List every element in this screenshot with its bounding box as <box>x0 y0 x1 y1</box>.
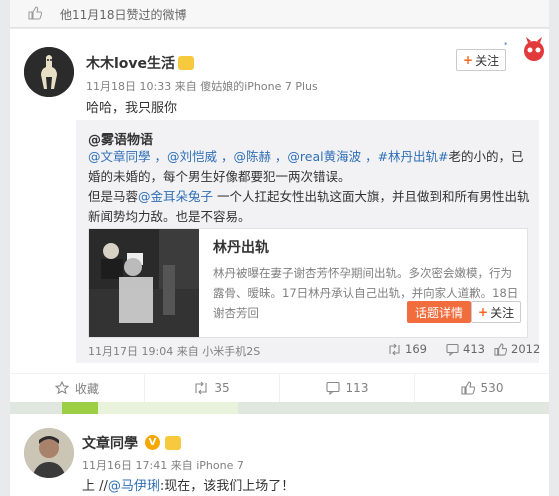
repost-comment-action[interactable]: 413 <box>446 342 485 356</box>
verified-v-icon[interactable]: V <box>145 435 160 450</box>
post-time[interactable]: 11月16日 17:41 <box>82 459 167 472</box>
reposted-content: @雾语物语 @文章同學 ，@刘恺威 ，@陈赫 ，@real黄海波 ，#林丹出轨#… <box>76 120 540 363</box>
svg-text:*: * <box>504 41 508 49</box>
repost-source[interactable]: 小米手机2S <box>202 345 260 358</box>
follow-button[interactable]: + 关注 <box>456 49 507 71</box>
mentions-and-topic[interactable]: @文章同學 ，@刘恺威 ，@陈赫 ，@real黄海波 ，#林丹出轨# <box>88 149 449 164</box>
post-meta: 11月18日 10:33 来自 傻姑娘的iPhone 7 Plus <box>86 78 318 94</box>
background-strip <box>10 402 549 414</box>
repost-icon <box>195 381 207 395</box>
star-icon <box>54 381 69 395</box>
repost-like-action[interactable]: 2012 <box>494 342 540 356</box>
thumbs-up-icon <box>460 381 475 395</box>
post-body: 上 //@马伊琍:现在，该我们上场了！ <box>82 479 295 494</box>
avatar-image <box>24 47 74 97</box>
plus-icon: + <box>463 53 474 67</box>
post-action-bar: 收藏 35 113 530 <box>10 373 549 402</box>
plus-icon: + <box>478 305 489 319</box>
avatar-image <box>24 428 74 478</box>
liked-posts-header: 他11月18日赞过的微博 <box>10 0 549 28</box>
post-source[interactable]: iPhone 7 <box>196 459 244 472</box>
favorite-button[interactable]: 收藏 <box>10 374 145 402</box>
repost-text-2: 但是马蓉@金耳朵兔子 一个人扛起女性出轨这面大旗，并且做到和所有男性出轨新闻势均… <box>88 189 530 224</box>
topic-card[interactable]: 林丹出轨 林丹被曝在妻子谢杏芳怀孕期间出轨。多次密会嫩模，行为露骨、暧昧。17日… <box>88 228 528 338</box>
post-source[interactable]: 傻姑娘的iPhone 7 Plus <box>200 80 318 93</box>
avatar[interactable] <box>24 428 74 478</box>
repost-count-action[interactable]: 169 <box>388 342 427 356</box>
topic-title[interactable]: 林丹出轨 <box>213 237 269 257</box>
like-button[interactable]: 530 <box>415 374 549 402</box>
thumbs-up-icon <box>28 6 42 20</box>
mascot-decoration-icon: * <box>504 37 544 61</box>
repost-time[interactable]: 11月17日 19:04 <box>88 345 173 358</box>
post-body: 哈哈，我只服你 <box>86 101 178 116</box>
repost-text-1: @文章同學 ，@刘恺威 ，@陈赫 ，@real黄海波 ，#林丹出轨#老的小的，已… <box>88 149 524 184</box>
source-prefix: 来自 <box>174 80 197 93</box>
topic-thumbnail[interactable] <box>89 229 199 337</box>
topic-follow-button[interactable]: + 关注 <box>471 301 522 323</box>
comment-icon <box>446 343 459 356</box>
mention-link[interactable]: @金耳朵兔子 <box>138 189 213 204</box>
comment-button[interactable]: 113 <box>280 374 415 402</box>
comment-icon <box>325 381 340 395</box>
repost-author[interactable]: @雾语物语 <box>88 129 153 148</box>
topic-details-button[interactable]: 话题详情 <box>407 301 472 323</box>
repost-meta: 11月17日 19:04 来自 小米手机2S <box>88 345 261 358</box>
member-badge-icon[interactable] <box>165 436 181 450</box>
liked-posts-label: 他11月18日赞过的微博 <box>60 8 187 22</box>
author-name[interactable]: 木木love生活 <box>86 53 175 73</box>
thumbs-up-icon <box>494 342 507 356</box>
avatar[interactable] <box>24 47 74 97</box>
member-badge-icon[interactable] <box>178 56 194 70</box>
post-time[interactable]: 11月18日 10:33 <box>86 80 171 93</box>
post-meta: 11月16日 17:41 来自 iPhone 7 <box>82 459 244 472</box>
weibo-post-card: 文章同學 V 11月16日 17:41 来自 iPhone 7 上 //@马伊琍… <box>10 414 549 496</box>
repost-icon <box>389 343 400 355</box>
author-name[interactable]: 文章同學 <box>82 433 138 453</box>
repost-button[interactable]: 35 <box>145 374 280 402</box>
mention-link[interactable]: @马伊琍 <box>108 479 160 494</box>
weibo-post-card: 木木love生活 11月18日 10:33 来自 傻姑娘的iPhone 7 Pl… <box>10 29 549 402</box>
